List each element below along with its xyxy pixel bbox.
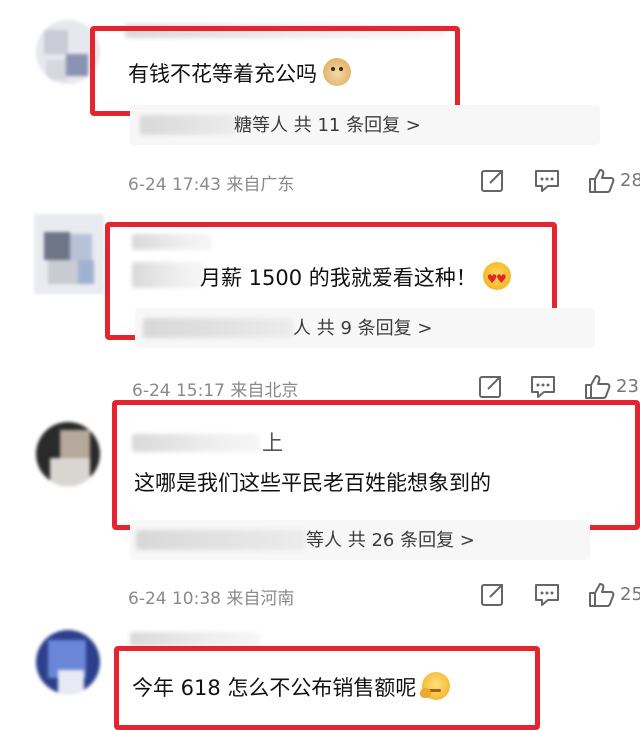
replies-link[interactable]: 糖等人 共 11 条回复 >: [130, 105, 600, 145]
share-icon[interactable]: [478, 580, 508, 610]
replies-avatar-blur: [140, 115, 235, 135]
comment-meta: 6-24 17:43 来自广东: [128, 175, 295, 195]
comment-3: 上 这哪是我们这些平民老百姓能想象到的 等人 共 26 条回复 > 6-24 1…: [0, 400, 640, 610]
replies-label[interactable]: 等人 共 26 条回复 >: [306, 526, 475, 552]
share-icon[interactable]: [478, 166, 508, 196]
username-blurred[interactable]: [130, 632, 260, 646]
like-icon[interactable]: [582, 372, 612, 402]
comment-1: 有钱不花等着充公吗 糖等人 共 11 条回复 > 6-24 17:43 来自广东…: [0, 0, 640, 200]
comment-icon[interactable]: [528, 372, 558, 402]
highlight-box: [90, 26, 460, 116]
comment-meta: 6-24 10:38 来自河南: [128, 589, 295, 609]
comment-icon[interactable]: [532, 580, 562, 610]
avatar[interactable]: [36, 630, 100, 694]
like-icon[interactable]: [586, 166, 616, 196]
replies-avatar-blur: [136, 530, 306, 550]
replies-avatar-blur: [143, 318, 293, 338]
replies-link[interactable]: 人 共 9 条回复 >: [135, 308, 595, 348]
comment-meta: 6-24 15:17 来自北京: [132, 381, 299, 401]
like-count: 23: [616, 376, 639, 397]
like-count: 25: [620, 584, 640, 605]
highlight-box: [114, 646, 540, 730]
comment-2: 月薪 1500 的我就爱看这种！ 人 共 9 条回复 > 6-24 15:17 …: [0, 200, 640, 402]
comment-icon[interactable]: [532, 166, 562, 196]
avatar[interactable]: [36, 422, 100, 486]
replies-label[interactable]: 糖等人 共 11 条回复 >: [234, 111, 421, 137]
comment-4: 今年 618 怎么不公布销售额呢: [0, 610, 640, 730]
replies-label[interactable]: 人 共 9 条回复 >: [293, 314, 432, 340]
replies-link[interactable]: 等人 共 26 条回复 >: [130, 520, 590, 560]
highlight-box: [112, 400, 640, 530]
avatar[interactable]: [34, 214, 104, 294]
like-icon[interactable]: [586, 580, 616, 610]
like-count: 28: [620, 170, 640, 191]
share-icon[interactable]: [476, 372, 506, 402]
